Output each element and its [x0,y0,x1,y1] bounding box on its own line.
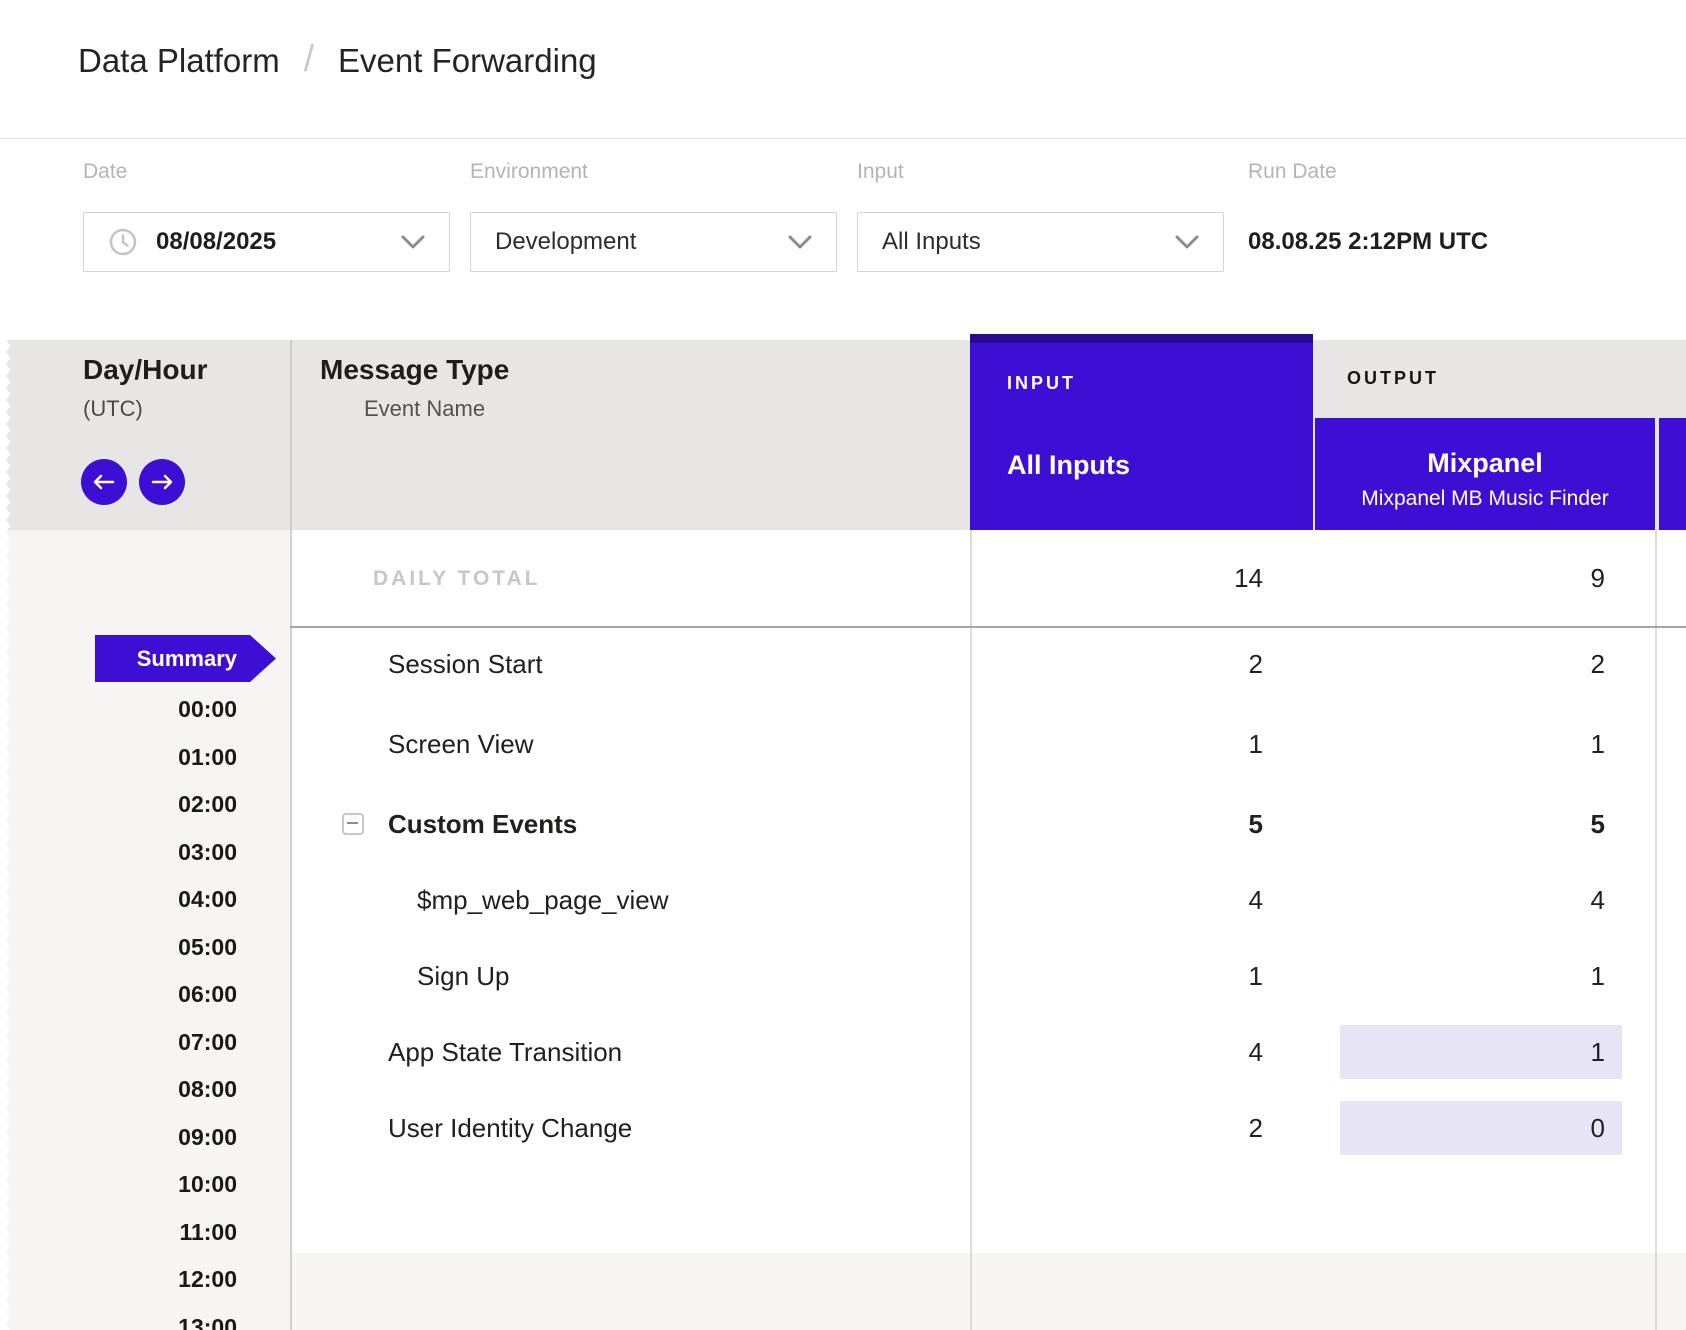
event-name-cell: Screen View [388,716,534,772]
breadcrumb-page-title: Event Forwarding [338,42,597,80]
day-hour-header: Day/Hour [83,354,207,386]
table-row: User Identity Change 2 0 [290,1100,1686,1156]
header-column-divider [290,340,292,530]
date-filter-label: Date [83,160,127,184]
event-forwarding-page: Data Platform / Event Forwarding Date 08… [0,0,1686,1330]
daily-total-row: DAILY TOTAL 14 9 [290,530,1686,627]
hour-label[interactable]: 10:00 [0,1170,237,1198]
filter-bar: Date 08/08/2025 Environment Development [0,139,1686,340]
hour-label[interactable]: 08:00 [0,1075,237,1103]
input-column-title: All Inputs [1007,450,1313,481]
input-count-cell: 1 [970,716,1313,772]
hour-label[interactable]: 12:00 [0,1265,237,1293]
breadcrumb-section[interactable]: Data Platform [78,42,280,80]
minus-glyph [347,822,358,824]
day-hour-subtitle: (UTC) [83,396,143,422]
breadcrumb-separator: / [304,38,314,80]
hour-label[interactable]: 13:00 [0,1313,237,1330]
message-type-header: Message Type [320,354,509,386]
output-count-cell: 1 [1340,1025,1622,1079]
input-count-cell: 5 [970,796,1313,852]
input-count-cell: 4 [970,1024,1313,1080]
table-header: Day/Hour (UTC) Message Type Event Name I… [0,340,1686,530]
table-row: $mp_web_page_view 4 4 [290,872,1686,928]
output-count-cell: 1 [1315,948,1655,1004]
input-count-cell: 1 [970,948,1313,1004]
hour-label[interactable]: 06:00 [0,980,237,1008]
chevron-down-icon [788,235,812,249]
output-count-cell: 5 [1315,796,1655,852]
summary-tag[interactable]: Summary [95,635,276,682]
event-name-cell: $mp_web_page_view [417,872,669,928]
input-value: All Inputs [882,228,981,256]
date-value: 08/08/2025 [156,228,276,256]
input-section-label: INPUT [1007,373,1313,394]
date-dropdown[interactable]: 08/08/2025 [83,212,450,272]
table-row: Custom Events 5 5 [290,796,1686,852]
mixpanel-column-subtitle: Mixpanel MB Music Finder [1315,487,1655,511]
event-name-cell: User Identity Change [388,1100,632,1156]
collapse-minus-icon[interactable] [342,813,364,835]
event-name-cell: App State Transition [388,1024,622,1080]
input-dropdown[interactable]: All Inputs [857,212,1224,272]
next-output-column-header[interactable] [1659,418,1686,530]
output-count-cell: 4 [1315,872,1655,928]
event-name-subheader: Event Name [364,396,485,422]
hour-label[interactable]: 03:00 [0,838,237,866]
run-date-value: 08.08.25 2:12PM UTC [1248,212,1488,272]
chevron-down-icon [401,235,425,249]
breadcrumb: Data Platform / Event Forwarding [78,40,597,82]
daily-total-divider [290,626,1686,628]
arrow-right-icon [151,474,173,490]
environment-filter-label: Environment [470,160,588,184]
output-count-cell: 0 [1340,1101,1622,1155]
top-bar: Data Platform / Event Forwarding [0,0,1686,139]
environment-dropdown[interactable]: Development [470,212,837,272]
hour-label[interactable]: 11:00 [0,1218,237,1246]
table-row: Session Start 2 2 [290,636,1686,692]
mixpanel-column-header[interactable]: Mixpanel Mixpanel MB Music Finder [1315,418,1655,530]
daily-total-output-value: 9 [1315,530,1655,627]
input-filter-label: Input [857,160,904,184]
hour-label[interactable]: 04:00 [0,885,237,913]
next-day-button[interactable] [139,459,185,505]
mixpanel-column-title: Mixpanel [1315,448,1655,479]
chevron-down-icon [1175,235,1199,249]
input-count-cell: 2 [970,1100,1313,1156]
input-count-cell: 2 [970,636,1313,692]
daily-total-label: DAILY TOTAL [373,530,541,627]
environment-value: Development [495,228,636,256]
hour-label[interactable]: 07:00 [0,1028,237,1056]
output-section-label: OUTPUT [1347,368,1439,389]
event-name-cell: Session Start [388,636,543,692]
event-name-cell: Custom Events [388,796,577,852]
table-row: Screen View 1 1 [290,716,1686,772]
hour-label[interactable]: 02:00 [0,790,237,818]
run-date-label: Run Date [1248,160,1337,184]
input-count-cell: 4 [970,872,1313,928]
output-count-cell: 1 [1315,716,1655,772]
hour-label[interactable]: 05:00 [0,933,237,961]
table-row: Sign Up 1 1 [290,948,1686,1004]
hour-label[interactable]: 00:00 [0,695,237,723]
event-name-cell: Sign Up [417,948,510,1004]
table-footer-band [290,1253,1686,1330]
input-column-header: INPUT All Inputs [970,334,1313,530]
table-body: DAILY TOTAL 14 9 Summary 00:0001:0002:00… [0,530,1686,1330]
previous-day-button[interactable] [81,459,127,505]
output-count-cell: 2 [1315,636,1655,692]
hour-label[interactable]: 09:00 [0,1123,237,1151]
arrow-left-icon [93,474,115,490]
table-row: App State Transition 4 1 [290,1024,1686,1080]
clock-icon [108,227,138,257]
daily-total-input-value: 14 [970,530,1313,627]
hour-label[interactable]: 01:00 [0,743,237,771]
